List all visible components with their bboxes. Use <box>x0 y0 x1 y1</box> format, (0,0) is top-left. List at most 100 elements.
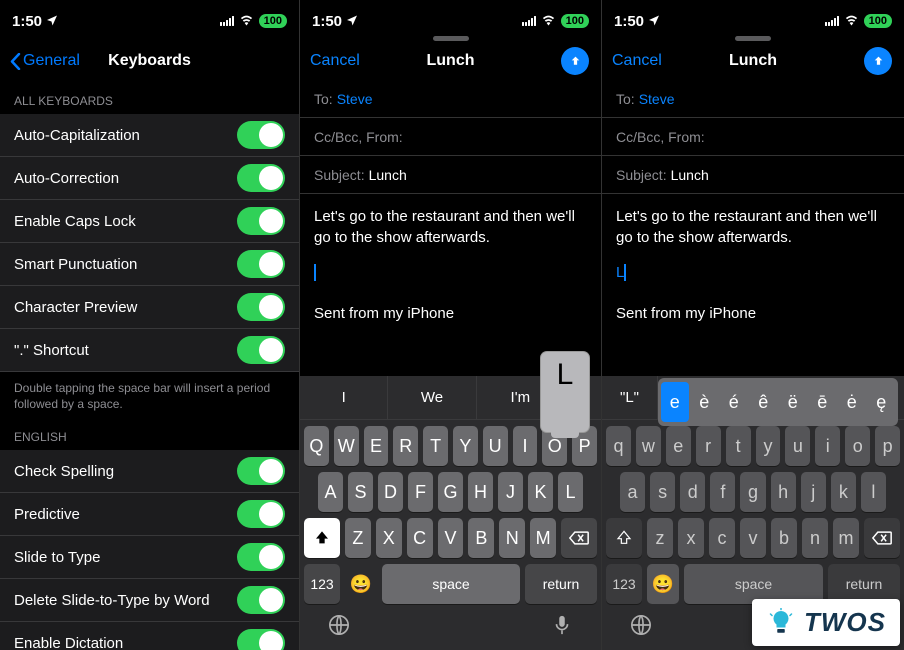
key-k[interactable]: k <box>831 472 856 512</box>
send-button[interactable] <box>864 47 892 75</box>
cell-period-shortcut[interactable]: "." Shortcut <box>0 329 299 372</box>
key-k[interactable]: K <box>528 472 553 512</box>
key-f[interactable]: F <box>408 472 433 512</box>
key-u[interactable]: u <box>785 426 810 466</box>
send-button[interactable] <box>561 47 589 75</box>
delete-key[interactable] <box>561 518 597 558</box>
key-h[interactable]: h <box>771 472 796 512</box>
accent-e-diaeresis[interactable]: ë <box>779 382 807 422</box>
numbers-key[interactable]: 123 <box>606 564 642 604</box>
key-i[interactable]: i <box>815 426 840 466</box>
key-j[interactable]: j <box>801 472 826 512</box>
globe-icon[interactable] <box>630 614 652 641</box>
shift-key[interactable] <box>606 518 642 558</box>
key-y[interactable]: y <box>756 426 781 466</box>
key-f[interactable]: f <box>710 472 735 512</box>
key-m[interactable]: M <box>530 518 556 558</box>
accent-e-dotabove[interactable]: ė <box>838 382 866 422</box>
key-d[interactable]: d <box>680 472 705 512</box>
toggle-switch[interactable] <box>237 543 285 571</box>
sheet-grabber[interactable] <box>433 36 469 41</box>
accent-e[interactable]: e <box>661 382 689 422</box>
key-l[interactable]: L <box>558 472 583 512</box>
shift-key[interactable] <box>304 518 340 558</box>
to-field[interactable]: To: Steve <box>300 80 601 118</box>
emoji-key[interactable]: 😀 <box>647 564 679 604</box>
toggle-switch[interactable] <box>237 207 285 235</box>
prediction-2[interactable]: We <box>388 376 476 419</box>
key-l[interactable]: l <box>861 472 886 512</box>
toggle-switch[interactable] <box>237 250 285 278</box>
key-v[interactable]: v <box>740 518 766 558</box>
sheet-grabber[interactable] <box>735 36 771 41</box>
key-w[interactable]: W <box>334 426 359 466</box>
cell-check-spelling[interactable]: Check Spelling <box>0 450 299 493</box>
key-t[interactable]: T <box>423 426 448 466</box>
key-r[interactable]: r <box>696 426 721 466</box>
emoji-key[interactable]: 😀 <box>345 564 377 604</box>
toggle-switch[interactable] <box>237 586 285 614</box>
key-e[interactable]: e <box>666 426 691 466</box>
cancel-button[interactable]: Cancel <box>310 52 360 70</box>
subject-field[interactable]: Subject: Lunch <box>602 156 904 194</box>
accent-e-acute[interactable]: é <box>720 382 748 422</box>
cell-enable-caps-lock[interactable]: Enable Caps Lock <box>0 200 299 243</box>
key-o[interactable]: o <box>845 426 870 466</box>
delete-key[interactable] <box>864 518 900 558</box>
cancel-button[interactable]: Cancel <box>612 52 662 70</box>
key-x[interactable]: x <box>678 518 704 558</box>
cell-smart-punctuation[interactable]: Smart Punctuation <box>0 243 299 286</box>
key-h[interactable]: H <box>468 472 493 512</box>
ccbcc-field[interactable]: Cc/Bcc, From: <box>602 118 904 156</box>
key-g[interactable]: g <box>740 472 765 512</box>
mic-icon[interactable] <box>551 614 573 641</box>
toggle-switch[interactable] <box>237 629 285 650</box>
key-z[interactable]: Z <box>345 518 371 558</box>
cell-predictive[interactable]: Predictive <box>0 493 299 536</box>
prediction-1[interactable]: I <box>300 376 388 419</box>
space-key[interactable]: space <box>684 564 823 604</box>
prediction-quote[interactable]: "L" <box>602 376 658 419</box>
back-button[interactable]: General <box>10 52 80 70</box>
key-d[interactable]: D <box>378 472 403 512</box>
space-key[interactable]: space <box>382 564 520 604</box>
key-s[interactable]: S <box>348 472 373 512</box>
accent-e-circumflex[interactable]: ê <box>750 382 778 422</box>
key-b[interactable]: B <box>468 518 494 558</box>
subject-field[interactable]: Subject: Lunch <box>300 156 601 194</box>
accent-e-grave[interactable]: è <box>691 382 719 422</box>
key-b[interactable]: b <box>771 518 797 558</box>
key-a[interactable]: A <box>318 472 343 512</box>
key-j[interactable]: J <box>498 472 523 512</box>
toggle-switch[interactable] <box>237 293 285 321</box>
toggle-switch[interactable] <box>237 121 285 149</box>
return-key[interactable]: return <box>525 564 597 604</box>
ccbcc-field[interactable]: Cc/Bcc, From: <box>300 118 601 156</box>
message-body[interactable]: Let's go to the restaurant and then we'l… <box>602 194 904 336</box>
key-c[interactable]: C <box>407 518 433 558</box>
key-x[interactable]: X <box>376 518 402 558</box>
key-g[interactable]: G <box>438 472 463 512</box>
cell-character-preview[interactable]: Character Preview <box>0 286 299 329</box>
key-w[interactable]: w <box>636 426 661 466</box>
cell-auto-correction[interactable]: Auto-Correction <box>0 157 299 200</box>
numbers-key[interactable]: 123 <box>304 564 340 604</box>
cell-delete-slide-to-type[interactable]: Delete Slide-to-Type by Word <box>0 579 299 622</box>
key-z[interactable]: z <box>647 518 673 558</box>
to-field[interactable]: To: Steve <box>602 80 904 118</box>
key-q[interactable]: q <box>606 426 631 466</box>
toggle-switch[interactable] <box>237 457 285 485</box>
key-t[interactable]: t <box>726 426 751 466</box>
key-s[interactable]: s <box>650 472 675 512</box>
key-y[interactable]: Y <box>453 426 478 466</box>
accent-e-macron[interactable]: ē <box>809 382 837 422</box>
message-body[interactable]: Let's go to the restaurant and then we'l… <box>300 194 601 336</box>
key-m[interactable]: m <box>833 518 859 558</box>
key-v[interactable]: V <box>438 518 464 558</box>
key-n[interactable]: n <box>802 518 828 558</box>
globe-icon[interactable] <box>328 614 350 641</box>
key-p[interactable]: p <box>875 426 900 466</box>
key-e[interactable]: E <box>364 426 389 466</box>
to-recipient[interactable]: Steve <box>639 91 675 107</box>
key-q[interactable]: Q <box>304 426 329 466</box>
